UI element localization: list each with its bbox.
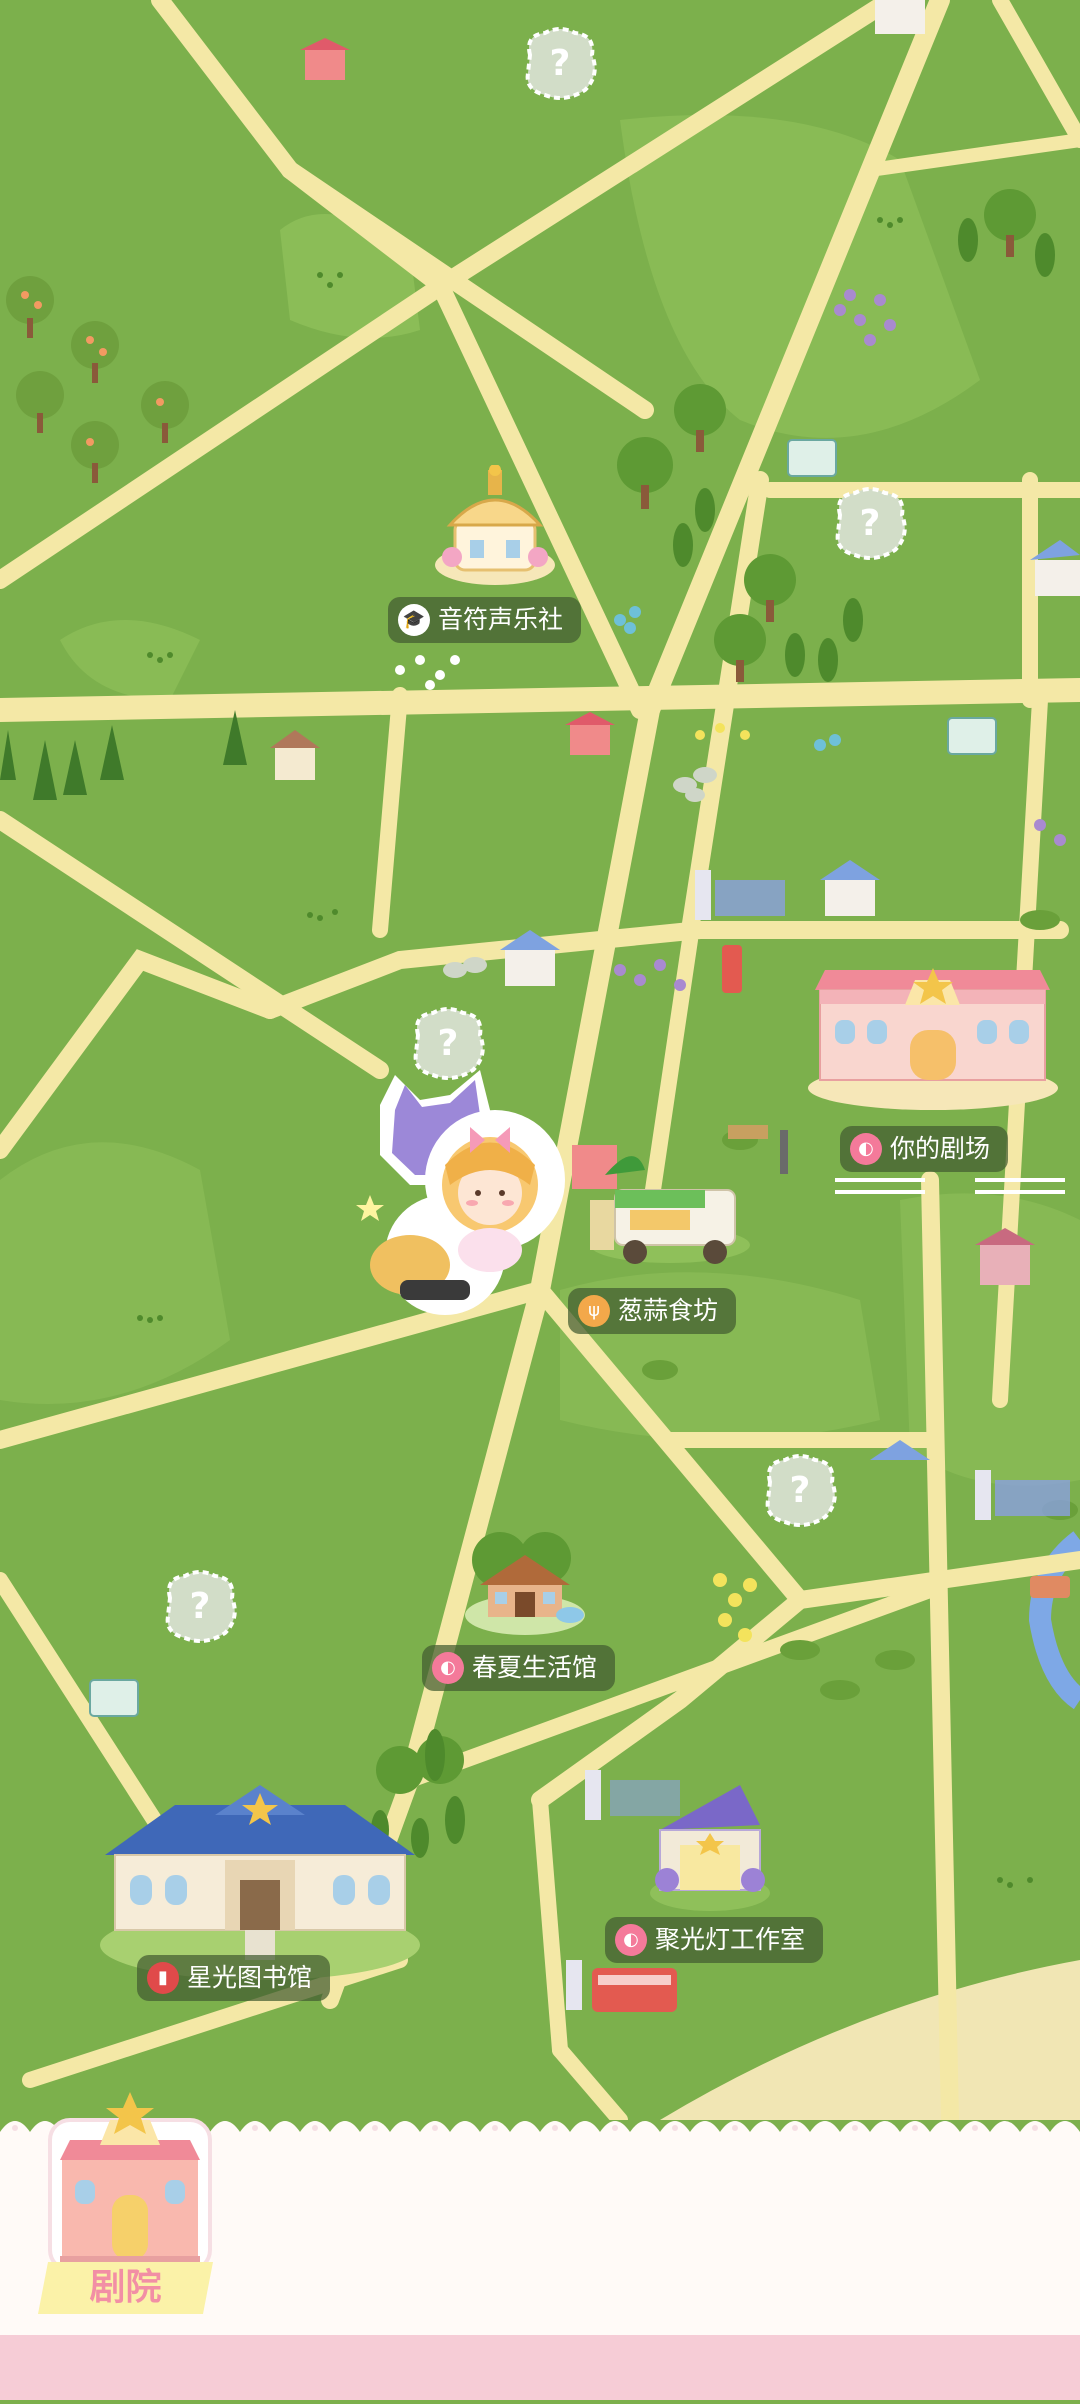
studio-building[interactable]	[645, 1775, 775, 1915]
library-building[interactable]	[95, 1785, 425, 1980]
unknown-marker-symbol: ?	[789, 1470, 811, 1511]
book-icon: ▮	[147, 1962, 179, 1994]
unknown-marker-symbol: ?	[549, 43, 571, 84]
your-theater-name: 你的剧场	[890, 1134, 991, 1163]
library-name: 星光图书馆	[187, 1963, 313, 1992]
unknown-location-marker[interactable]: ?	[520, 25, 600, 103]
theater-tab-label[interactable]: 剧院	[38, 2262, 213, 2314]
unknown-marker-symbol: ?	[437, 1023, 459, 1064]
theater-masks-icon: ◐	[850, 1133, 882, 1165]
unknown-location-marker[interactable]: ?	[408, 1005, 488, 1083]
bottom-strip	[0, 2335, 1080, 2400]
life-hall-building[interactable]	[460, 1530, 590, 1640]
player-character-group[interactable]	[350, 1065, 580, 1315]
food-shop-label[interactable]: ψ 葱蒜食坊	[568, 1288, 737, 1334]
unknown-location-marker[interactable]: ?	[160, 1568, 240, 1646]
music-club-icon	[435, 465, 555, 585]
fork-knife-icon: ψ	[578, 1295, 610, 1327]
music-club-name: 音符声乐社	[438, 605, 564, 634]
studio-icon	[650, 1785, 770, 1911]
theater-masks-icon: ◐	[432, 1652, 464, 1684]
unknown-location-marker[interactable]: ?	[830, 485, 910, 563]
studio-label[interactable]: ◐ 聚光灯工作室	[605, 1917, 824, 1963]
your-theater-building[interactable]	[805, 960, 1060, 1110]
unknown-location-marker[interactable]: ?	[760, 1452, 840, 1530]
life-hall-label[interactable]: ◐ 春夏生活馆	[422, 1645, 616, 1691]
life-hall-name: 春夏生活馆	[472, 1653, 598, 1682]
unknown-marker-symbol: ?	[189, 1586, 211, 1627]
your-theater-label[interactable]: ◐ 你的剧场	[840, 1126, 1009, 1172]
theater-masks-icon: ◐	[615, 1924, 647, 1956]
character-avatar-icon	[356, 1070, 565, 1315]
graduation-cap-icon: 🎓	[398, 604, 430, 636]
life-hall-icon	[465, 1532, 585, 1635]
music-club-label[interactable]: 🎓 音符声乐社	[388, 597, 582, 643]
theater-tab-text: 剧院	[89, 2267, 162, 2308]
library-label[interactable]: ▮ 星光图书馆	[137, 1955, 331, 2001]
food-shop-icon	[590, 1156, 750, 1264]
unknown-marker-symbol: ?	[859, 503, 881, 544]
food-shop-building[interactable]	[575, 1140, 765, 1270]
city-map[interactable]: 🎓 音符声乐社 ◐ 你的剧场 ψ 葱蒜食坊 ◐ 春夏生活馆 ▮ 星光图书馆 ◐ …	[0, 0, 1080, 2120]
library-icon	[100, 1785, 420, 1980]
food-shop-name: 葱蒜食坊	[618, 1296, 719, 1325]
music-club-building[interactable]	[430, 465, 560, 595]
your-theater-icon	[808, 968, 1058, 1110]
studio-name: 聚光灯工作室	[655, 1925, 806, 1954]
